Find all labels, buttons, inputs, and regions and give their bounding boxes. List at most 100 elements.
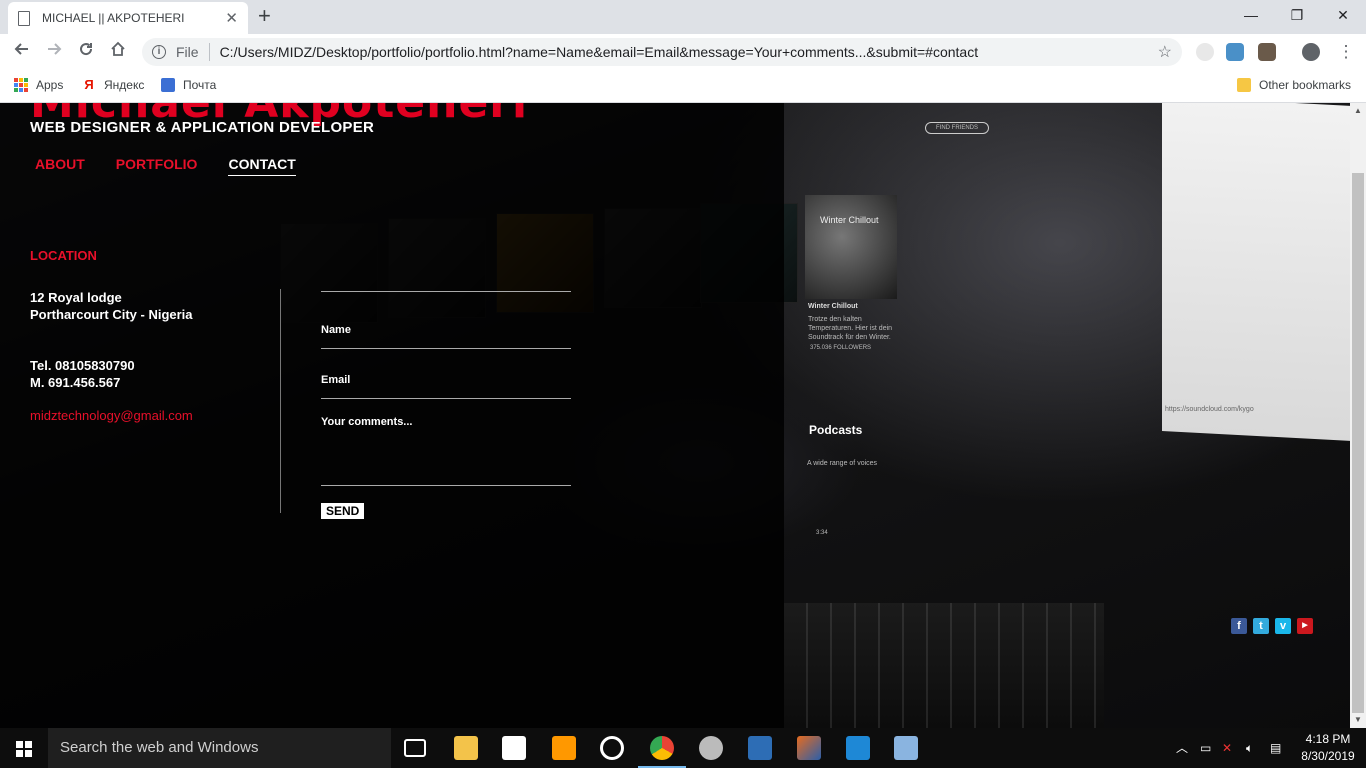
youtube-icon[interactable]: ▶ [1297, 618, 1313, 634]
background-monitor-url: https://soundcloud.com/kygo [1165, 406, 1254, 413]
clock-time: 4:18 PM [1305, 732, 1351, 746]
document-icon [18, 10, 30, 26]
forward-arrow-icon[interactable] [42, 40, 66, 64]
mobile: M. 691.456.567 [30, 375, 121, 390]
scroll-up-arrow-icon[interactable]: ▲ [1350, 103, 1366, 119]
back-arrow-icon[interactable] [10, 40, 34, 64]
file-explorer-icon[interactable] [454, 736, 478, 760]
divider [208, 43, 210, 61]
bookmark-star-icon[interactable]: ☆ [1158, 42, 1172, 62]
tab-title: MICHAEL || AKPOTEHERI [42, 11, 185, 25]
other-bookmarks-label: Other bookmarks [1259, 78, 1352, 92]
comments-underline [321, 485, 571, 486]
tab-strip: MICHAEL || AKPOTEHERI ✕ + — ❐ ✕ [0, 0, 1366, 34]
background-find-friends: FIND FRIENDS [925, 122, 989, 134]
background-winter-title: Winter Chillout [820, 215, 879, 225]
background-album-card [805, 195, 897, 299]
tray-chevron-icon[interactable]: ︿ [1176, 728, 1188, 768]
telephone: Tel. 08105830790 [30, 358, 135, 373]
remote-desktop-icon[interactable] [894, 736, 918, 760]
name-field[interactable] [321, 292, 571, 324]
new-tab-button[interactable]: + [258, 4, 271, 28]
scroll-down-arrow-icon[interactable]: ▼ [1350, 712, 1366, 728]
minimize-button[interactable]: — [1228, 2, 1274, 28]
twitter-icon[interactable]: t [1253, 618, 1269, 634]
close-window-button[interactable]: ✕ [1320, 2, 1366, 28]
taskbar-search-input[interactable]: Search the web and Windows [48, 728, 391, 768]
address-line-1: 12 Royal lodge [30, 290, 122, 305]
powershell-icon[interactable] [748, 736, 772, 760]
media-player-icon[interactable] [600, 736, 624, 760]
extension-screenshot-icon[interactable] [1226, 43, 1244, 61]
notifications-icon[interactable]: ▤ [1270, 728, 1281, 768]
contact-form: Name Email Your comments... [321, 291, 571, 486]
info-icon[interactable]: i [152, 45, 166, 59]
background-winter-subtitle: Winter Chillout [808, 303, 858, 310]
background-followers: 375.036 FOLLOWERS [810, 345, 872, 351]
facebook-icon[interactable]: f [1231, 618, 1247, 634]
email-label: Email [321, 374, 351, 386]
matlab-icon[interactable] [797, 736, 821, 760]
nav-portfolio[interactable]: PORTFOLIO [116, 156, 198, 176]
background-monitor [1162, 103, 1350, 441]
nav-about[interactable]: ABOUT [35, 156, 85, 176]
name-label: Name [321, 324, 351, 336]
home-icon[interactable] [106, 40, 130, 64]
chrome-icon[interactable] [650, 736, 674, 760]
folder-icon [1237, 78, 1251, 92]
url-text[interactable]: C:/Users/MIDZ/Desktop/portfolio/portfoli… [220, 44, 979, 60]
windows-taskbar: Search the web and Windows ︿ ▭ ✕ 🔈︎ ▤ 4:… [0, 728, 1366, 768]
extension-icon[interactable] [1196, 43, 1214, 61]
reload-icon[interactable] [74, 40, 98, 64]
windows-start-icon[interactable] [16, 741, 32, 757]
page-scrollbar[interactable]: ▲ ▼ [1350, 103, 1366, 728]
address: 12 Royal lodge Portharcourt City - Niger… [30, 289, 193, 323]
battery-icon[interactable]: ▭ [1200, 728, 1211, 768]
background-duration: 3:34 [816, 530, 828, 536]
phone-numbers: Tel. 08105830790 M. 691.456.567 [30, 357, 135, 391]
volume-icon[interactable]: 🔈︎ [1246, 728, 1253, 768]
background-keyboard [784, 603, 1104, 728]
bookmark-apps[interactable]: Apps [14, 78, 63, 92]
browser-toolbar: i File C:/Users/MIDZ/Desktop/portfolio/p… [0, 34, 1366, 70]
background-podcasts-desc: A wide range of voices [807, 460, 878, 467]
maximize-button[interactable]: ❐ [1274, 2, 1320, 28]
yandex-icon: Я [82, 78, 96, 92]
bookmark-label: Яндекс [104, 78, 145, 92]
extension-user-icon[interactable] [1258, 43, 1276, 61]
background-winter-desc: Trotze den kalten Temperaturen. Hier ist… [808, 316, 893, 341]
task-view-icon[interactable] [404, 739, 426, 757]
site-subtitle: WEB DESIGNER & APPLICATION DEVELOPER [30, 119, 375, 136]
bookmark-yandex[interactable]: Я Яндекс [82, 78, 144, 92]
profile-avatar-icon[interactable] [1302, 43, 1320, 61]
scrollbar-thumb[interactable] [1352, 173, 1364, 713]
app-helmet-icon[interactable] [699, 736, 723, 760]
bookmark-mail[interactable]: Почта [161, 78, 216, 92]
vscode-icon[interactable] [846, 736, 870, 760]
address-bar[interactable]: i File C:/Users/MIDZ/Desktop/portfolio/p… [142, 38, 1182, 66]
store-icon[interactable] [502, 736, 526, 760]
vimeo-icon[interactable]: v [1275, 618, 1291, 634]
site-nav: ABOUT PORTFOLIO CONTACT [35, 156, 296, 176]
comments-field[interactable]: Your comments... [321, 416, 571, 428]
address-line-2: Portharcourt City - Nigeria [30, 307, 193, 322]
bookmarks-bar: Apps Я Яндекс Почта Other bookmarks [0, 70, 1366, 103]
email-field[interactable] [321, 349, 571, 374]
vertical-divider [280, 289, 281, 513]
location-heading: LOCATION [30, 248, 97, 263]
send-button[interactable]: SEND [321, 503, 365, 519]
nav-contact[interactable]: CONTACT [228, 156, 296, 176]
network-icon[interactable]: ✕ [1222, 728, 1232, 768]
bookmark-label: Apps [36, 78, 64, 92]
bookmark-label: Почта [183, 78, 217, 92]
other-bookmarks[interactable]: Other bookmarks [1237, 78, 1351, 92]
email-link[interactable]: midztechnology@gmail.com [30, 408, 193, 423]
taskbar-clock[interactable]: 4:18 PM 8/30/2019 [1296, 731, 1360, 765]
apps-grid-icon [14, 78, 28, 92]
background-podcasts: Podcasts [809, 423, 863, 437]
page-viewport: https://soundcloud.com/kygo FIND FRIENDS… [0, 103, 1350, 728]
menu-kebab-icon[interactable]: ⋮ [1334, 40, 1358, 64]
tab-close-icon[interactable]: ✕ [225, 9, 238, 27]
sublime-text-icon[interactable] [552, 736, 576, 760]
browser-tab[interactable]: MICHAEL || AKPOTEHERI ✕ [8, 2, 248, 34]
